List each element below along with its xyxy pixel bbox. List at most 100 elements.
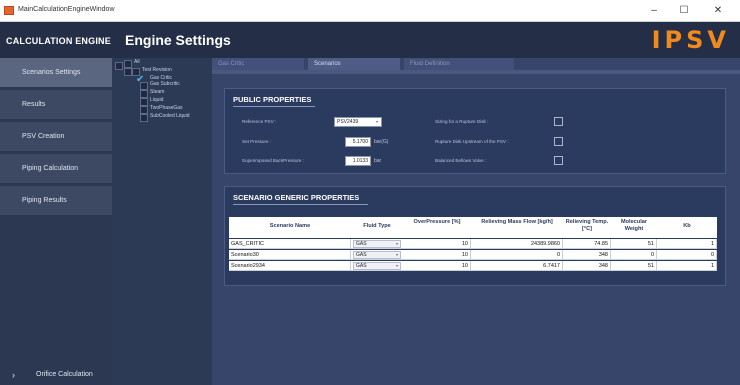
main-content: Gas Critic Scenarios Fluid Definition PU… [212, 58, 740, 385]
tab-gas-critic[interactable]: Gas Critic [212, 58, 304, 70]
ipsv-logo: IPSV [651, 26, 730, 54]
sidebar-item-piping-results[interactable]: Piping Results [0, 186, 112, 215]
tab-bar: Gas Critic Scenarios Fluid Definition [212, 58, 740, 70]
cell-mass-flow[interactable]: 0 [471, 250, 563, 260]
chevron-down-icon: ▾ [375, 119, 378, 124]
tree-checkbox[interactable] [140, 114, 148, 122]
balanced-bellows-label: Balanced Bellows Valve : [435, 158, 487, 163]
tree-checkbox[interactable] [140, 98, 148, 106]
tree-item-gas-subcritic[interactable]: Gas Subcritic [150, 81, 180, 87]
tab-scenarios[interactable]: Scenarios [308, 58, 400, 70]
superimposed-backpressure-field[interactable]: 1.0133 [345, 156, 371, 166]
cell-scenario-name[interactable]: GAS_CRITIC [229, 239, 351, 249]
cell-scenario-name[interactable]: Scenario2934 [229, 261, 351, 271]
panel-divider [233, 204, 368, 205]
cell-molecular-weight[interactable]: 0 [611, 250, 657, 260]
cell-relieving-temp[interactable]: 348 [563, 250, 611, 260]
tree-item-test-revision[interactable]: Test Revision [142, 67, 172, 73]
table-header: Scenario Name Fluid Type OverPressure [%… [229, 217, 717, 238]
reference-psv-select[interactable]: PSV2439 ▾ [334, 117, 382, 127]
tree-checkbox[interactable] [140, 90, 148, 98]
fluid-type-select[interactable]: GAS ▾ [353, 251, 401, 259]
sidebar-item-results[interactable]: Results [0, 90, 112, 119]
cell-scenario-name[interactable]: Scenario30 [229, 250, 351, 260]
sizing-rupture-disk-checkbox[interactable] [554, 117, 563, 126]
set-pressure-unit: bar(G) [374, 139, 389, 145]
tab-divider [212, 70, 740, 74]
tree-item-all[interactable]: All [134, 59, 140, 65]
app-header: CALCULATION ENGINE Engine Settings IPSV [0, 22, 740, 58]
fluid-type-value: GAS [356, 241, 367, 247]
cell-kb[interactable]: 1 [657, 239, 717, 249]
chevron-down-icon: ▾ [395, 241, 398, 246]
tree-item-liquid[interactable]: Liquid [150, 97, 163, 103]
main-window: MainCalculationEngineWindow – ☐ ✕ CALCUL… [0, 0, 740, 385]
tree-item-steam[interactable]: Steam [150, 89, 164, 95]
cell-kb[interactable]: 1 [657, 261, 717, 271]
cell-relieving-temp[interactable]: 348 [563, 261, 611, 271]
rupture-disk-upstream-checkbox[interactable] [554, 137, 563, 146]
sizing-rupture-disk-label: Sizing for a Rupture Disk : [435, 119, 489, 124]
panel-divider [233, 106, 315, 107]
cell-molecular-weight[interactable]: 51 [611, 239, 657, 249]
balanced-bellows-checkbox[interactable] [554, 156, 563, 165]
sidebar-item-psv-creation[interactable]: PSV Creation [0, 122, 112, 151]
tree-expander[interactable] [124, 68, 132, 76]
table-row[interactable]: GAS_CRITIC GAS ▾ 10 24389.9860 74.85 51 1 [229, 239, 717, 249]
table-row[interactable]: Scenario2934 GAS ▾ 10 6.7417 348 51 1 [229, 261, 717, 271]
close-button[interactable]: ✕ [707, 4, 729, 18]
column-header[interactable]: Fluid Type [351, 223, 403, 230]
scenario-tree: All Test Revision ✔ Gas Critic Gas Subcr… [112, 58, 212, 385]
tree-item-twophasegas[interactable]: TwoPhaseGas [150, 105, 183, 111]
sidebar-item-scenarios-settings[interactable]: Scenarios Settings [0, 58, 112, 87]
set-pressure-label: Set Pressure : [242, 139, 272, 144]
tree-checkbox-all[interactable] [124, 60, 132, 68]
table-row[interactable]: Scenario30 GAS ▾ 10 0 348 0 0 [229, 250, 717, 260]
column-header[interactable]: OverPressure [%] [403, 219, 471, 226]
public-properties-title: PUBLIC PROPERTIES [233, 95, 312, 104]
chevron-down-icon: ▾ [395, 263, 398, 268]
tree-checkbox[interactable] [140, 82, 148, 90]
chevron-right-icon: › [12, 370, 15, 380]
chevron-down-icon: ▾ [395, 252, 398, 257]
sidebar: Scenarios Settings Results PSV Creation … [0, 58, 112, 385]
cell-mass-flow[interactable]: 24389.9860 [471, 239, 563, 249]
column-header[interactable]: Molecular Weight [611, 219, 657, 233]
tab-fluid-definition[interactable]: Fluid Definition [404, 58, 514, 70]
sidebar-item-orifice-calculation[interactable]: › Orifice Calculation [0, 365, 112, 385]
tree-item-subcooled-liquid[interactable]: SubCooled Liquid [150, 113, 189, 119]
cell-overpressure[interactable]: 10 [403, 239, 471, 249]
rupture-disk-upstream-label: Rupture Disk Upstream of the PSV : [435, 139, 509, 144]
cell-overpressure[interactable]: 10 [403, 250, 471, 260]
superimposed-backpressure-label: Superimposed BackPressure : [242, 158, 305, 163]
reference-psv-value: PSV2439 [337, 119, 359, 125]
cell-relieving-temp[interactable]: 74.85 [563, 239, 611, 249]
title-bar: MainCalculationEngineWindow – ☐ ✕ [0, 0, 740, 22]
fluid-type-select[interactable]: GAS ▾ [353, 262, 401, 270]
fluid-type-value: GAS [356, 252, 367, 258]
sidebar-item-piping-calculation[interactable]: Piping Calculation [0, 154, 112, 183]
reference-psv-label: Reference PSV : [242, 119, 277, 124]
scenario-properties-title: SCENARIO GENERIC PROPERTIES [233, 193, 360, 202]
column-header[interactable]: Kb [657, 223, 717, 230]
column-header[interactable]: Scenario Name [229, 223, 351, 230]
maximize-button[interactable]: ☐ [673, 4, 695, 18]
cell-overpressure[interactable]: 10 [403, 261, 471, 271]
fluid-type-value: GAS [356, 263, 367, 269]
cell-mass-flow[interactable]: 6.7417 [471, 261, 563, 271]
column-header[interactable]: Relieving Temp. [°C] [563, 219, 611, 233]
fluid-type-select[interactable]: GAS ▾ [353, 240, 401, 248]
tree-checkbox[interactable] [140, 106, 148, 114]
public-properties-panel: PUBLIC PROPERTIES Reference PSV : PSV243… [224, 88, 726, 174]
superimposed-backpressure-unit: bar [374, 158, 382, 164]
minimize-button[interactable]: – [643, 4, 665, 18]
cell-kb[interactable]: 0 [657, 250, 717, 260]
brand-title: CALCULATION ENGINE [6, 36, 111, 46]
cell-molecular-weight[interactable]: 51 [611, 261, 657, 271]
set-pressure-field[interactable]: 5.1700 [345, 137, 371, 147]
page-title: Engine Settings [125, 32, 231, 48]
sidebar-footer-label: Orifice Calculation [36, 371, 93, 378]
app-icon [4, 6, 14, 15]
column-header[interactable]: Relieving Mass Flow [kg/h] [471, 219, 563, 226]
tree-expander[interactable] [115, 62, 123, 70]
